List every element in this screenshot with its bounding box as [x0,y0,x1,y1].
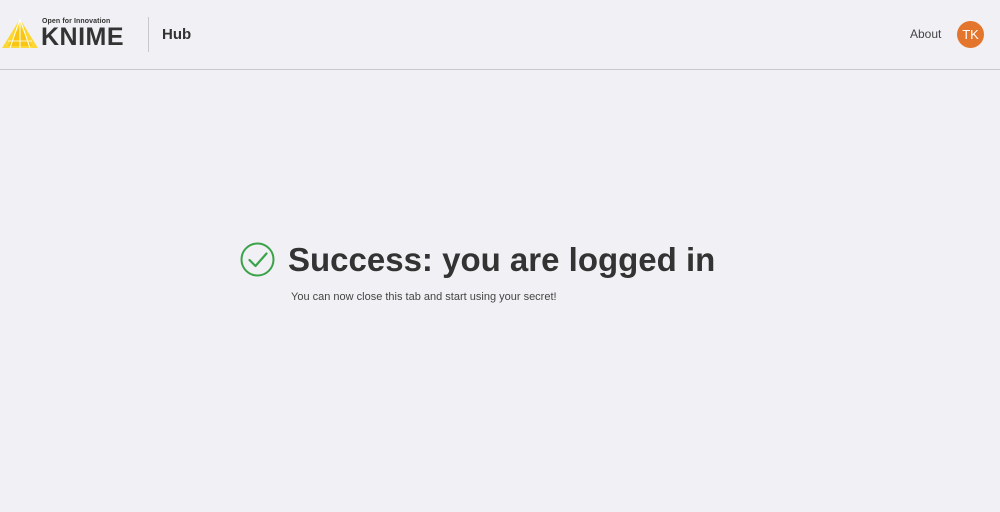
knime-logo[interactable]: Open for Innovation KNIME [2,17,126,51]
about-link[interactable]: About [910,27,941,41]
page-subtitle: You can now close this tab and start usi… [291,291,557,303]
logo-wordmark: KNIME [41,23,125,51]
section-title[interactable]: Hub [162,26,191,43]
user-avatar[interactable]: TK [957,21,984,48]
header-divider [148,17,149,52]
top-bar: Open for Innovation KNIME Hub About TK [0,0,1000,70]
page-title: Success: you are logged in [288,241,716,278]
check-circle-icon [240,242,275,277]
knime-triangle-icon [2,18,38,49]
